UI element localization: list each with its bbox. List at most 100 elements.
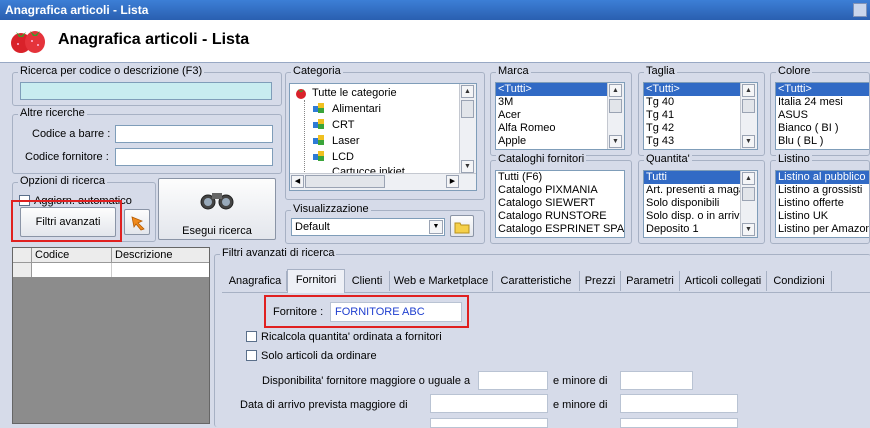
visualizzazione-select[interactable]: Default ▼ (291, 218, 445, 236)
disponibilita-max-input[interactable] (620, 371, 693, 390)
category-item-lcd[interactable]: LCD (332, 151, 354, 163)
col-codice[interactable]: Codice (35, 249, 69, 261)
list-item[interactable]: Apple (496, 135, 624, 148)
list-item[interactable]: Alfa Romeo (496, 122, 624, 135)
category-icon (312, 102, 326, 117)
listino-list[interactable]: Listino al pubblico Listino a grossisti … (775, 170, 869, 238)
data-arrivo-max-input[interactable] (620, 394, 738, 413)
ricalcola-label: Ricalcola quantita' ordinata a fornitori (261, 331, 442, 343)
fornitore-code-input[interactable] (115, 148, 273, 166)
scroll-thumb[interactable] (461, 100, 474, 118)
chevron-down-icon[interactable]: ▼ (429, 220, 443, 234)
list-item[interactable]: Catalogo RUNSTORE (496, 210, 624, 223)
tab-parametri[interactable]: Parametri (621, 271, 680, 291)
search-label: Ricerca per codice o descrizione (F3) (18, 65, 205, 77)
esegui-ricerca-button[interactable]: Esegui ricerca (158, 178, 276, 240)
categoria-hscroll[interactable]: ◀ ▶ (290, 173, 476, 190)
categoria-label: Categoria (291, 65, 343, 77)
scroll-right-arrow-icon[interactable]: ▶ (446, 175, 459, 188)
ricalcola-checkbox[interactable] (246, 331, 257, 342)
table-row[interactable] (13, 263, 209, 277)
marca-vscroll[interactable]: ▲ ▼ (607, 83, 624, 149)
scroll-up-arrow-icon[interactable]: ▲ (461, 85, 474, 98)
category-item-alimentari[interactable]: Alimentari (332, 103, 381, 115)
page-title: Anagrafica articoli - Lista (58, 31, 250, 48)
list-item[interactable]: Tutti (F6) (496, 171, 624, 184)
scroll-up-arrow-icon[interactable]: ▲ (609, 84, 622, 97)
results-grid[interactable]: Codice Descrizione (12, 247, 210, 424)
binoculars-icon (200, 193, 234, 210)
list-item[interactable]: Italia 24 mesi (776, 96, 869, 109)
visualizzazione-label: Visualizzazione (291, 203, 371, 215)
fornitore-code-label: Codice fornitore : (25, 151, 109, 163)
disponibilita-min-input[interactable] (478, 371, 548, 390)
scroll-up-arrow-icon[interactable]: ▲ (742, 84, 755, 97)
category-item-tutte[interactable]: Tutte le categorie (312, 87, 397, 99)
list-item[interactable]: Bianco ( BI ) (776, 122, 869, 135)
quantita-list[interactable]: Tutti Art. presenti a magazzino Solo dis… (643, 170, 758, 238)
esegui-ricerca-label: Esegui ricerca (182, 225, 252, 237)
taglia-list[interactable]: <Tutti> Tg 40 Tg 41 Tg 42 Tg 43 ▲ ▼ (643, 82, 758, 150)
disponibilita-label: Disponibilita' fornitore maggiore o ugua… (262, 375, 471, 387)
filtri-arrow-button[interactable] (124, 209, 150, 235)
quantita-vscroll[interactable]: ▲ ▼ (740, 171, 757, 237)
list-item[interactable]: Listino UK (776, 210, 869, 223)
window-close-button[interactable] (853, 3, 867, 17)
tab-clienti[interactable]: Clienti (345, 271, 390, 291)
tab-articoli-collegati[interactable]: Articoli collegati (680, 271, 767, 291)
scroll-thumb[interactable] (742, 187, 755, 201)
tab-web-marketplace[interactable]: Web e Marketplace (390, 271, 493, 291)
hscroll-thumb[interactable] (305, 175, 385, 188)
tab-anagrafica[interactable]: Anagrafica (224, 271, 287, 291)
list-item[interactable]: Listino offerte (776, 197, 869, 210)
tab-condizioni[interactable]: Condizioni (767, 271, 832, 291)
colore-label: Colore (776, 65, 813, 77)
taglia-vscroll[interactable]: ▲ ▼ (740, 83, 757, 149)
data-arrivo-min-input[interactable] (430, 394, 548, 413)
tab-fornitori[interactable]: Fornitori (287, 269, 345, 293)
row-header (13, 263, 32, 277)
list-item[interactable]: Listino al pubblico (776, 171, 869, 184)
search-input[interactable] (20, 82, 272, 100)
list-item[interactable]: Catalogo ESPRINET SPA (496, 223, 624, 236)
altre-ricerche-label: Altre ricerche (18, 107, 87, 119)
list-item[interactable]: <Tutti> (496, 83, 624, 96)
category-item-laser[interactable]: Laser (332, 135, 360, 147)
grid-corner (13, 248, 32, 262)
scroll-up-arrow-icon[interactable]: ▲ (742, 172, 755, 185)
tab-caratteristiche[interactable]: Caratteristiche (493, 271, 580, 291)
list-item[interactable]: ASUS (776, 109, 869, 122)
scroll-thumb[interactable] (609, 99, 622, 113)
list-item[interactable]: 3M (496, 96, 624, 109)
folder-button[interactable] (450, 215, 474, 237)
tab-prezzi[interactable]: Prezzi (580, 271, 621, 291)
list-item[interactable]: Listino per Amazon (776, 223, 869, 236)
scroll-down-arrow-icon[interactable]: ▼ (742, 135, 755, 148)
barcode-input[interactable] (115, 125, 273, 143)
list-item[interactable]: <Tutti> (776, 83, 869, 96)
category-icon (312, 134, 326, 149)
list-item[interactable]: Catalogo SIEWERT (496, 197, 624, 210)
colore-list[interactable]: <Tutti> Italia 24 mesi ASUS Bianco ( BI … (775, 82, 869, 150)
categoria-vscroll[interactable]: ▲ ▼ (459, 84, 476, 174)
next-row-max-input[interactable] (620, 418, 738, 428)
list-item[interactable]: Blu ( BL ) (776, 135, 869, 148)
cataloghi-label: Cataloghi fornitori (496, 153, 587, 165)
cataloghi-list[interactable]: Tutti (F6) Catalogo PIXMANIA Catalogo SI… (495, 170, 625, 238)
data-arrivo-label: Data di arrivo prevista maggiore di (240, 399, 408, 411)
solo-da-ordinare-checkbox[interactable] (246, 350, 257, 361)
category-item-crt[interactable]: CRT (332, 119, 354, 131)
strawberry-small-icon (296, 89, 306, 99)
marca-list[interactable]: <Tutti> 3M Acer Alfa Romeo Apple ▲ ▼ (495, 82, 625, 150)
next-row-min-input[interactable] (430, 418, 548, 428)
list-item[interactable]: Catalogo PIXMANIA (496, 184, 624, 197)
scroll-thumb[interactable] (742, 99, 755, 113)
list-item[interactable]: Acer (496, 109, 624, 122)
col-descrizione[interactable]: Descrizione (115, 249, 172, 261)
list-item[interactable]: Listino a grossisti (776, 184, 869, 197)
scroll-left-arrow-icon[interactable]: ◀ (291, 175, 304, 188)
scroll-down-arrow-icon[interactable]: ▼ (742, 223, 755, 236)
scroll-down-arrow-icon[interactable]: ▼ (461, 160, 474, 173)
categoria-tree[interactable]: Tutte le categorie Alimentari CRT Laser … (289, 83, 477, 191)
scroll-down-arrow-icon[interactable]: ▼ (609, 135, 622, 148)
